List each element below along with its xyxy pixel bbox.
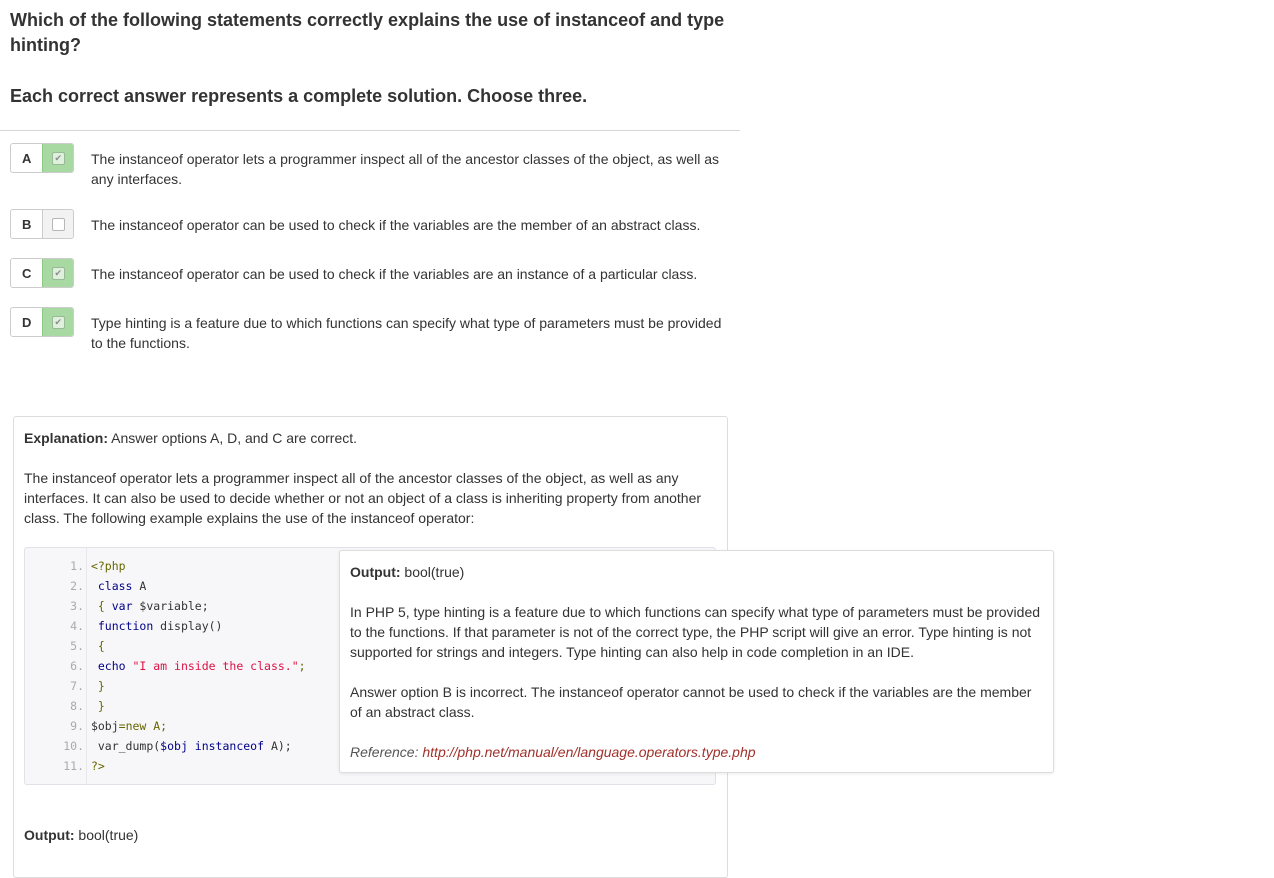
code-text: ?>	[90, 759, 105, 773]
line-number: 2.	[70, 579, 84, 593]
option-c-text: The instanceof operator can be used to c…	[91, 266, 698, 282]
code-line: 3. { var $variable;	[25, 596, 209, 616]
line-number: 3.	[70, 599, 84, 613]
line-number: 10.	[63, 739, 84, 753]
code-line: 9. $obj=new A;	[25, 716, 167, 736]
check-icon: ✔	[51, 315, 65, 329]
code-text: $obj	[90, 719, 119, 733]
code-line: 10. var_dump($obj instanceof A);	[25, 736, 292, 756]
option-letter: D	[22, 314, 32, 330]
code-text: {	[97, 599, 105, 613]
popup-paragraph-type-hinting: In PHP 5, type hinting is a feature due …	[350, 604, 1041, 660]
reference-link[interactable]: http://php.net/manual/en/language.operat…	[422, 744, 755, 760]
explanation-label: Explanation:	[24, 430, 109, 446]
popup-output: Output: bool(true)	[350, 562, 1045, 582]
line-number: 8.	[70, 699, 84, 713]
code-line: 5. {	[25, 636, 105, 656]
option-d-checkbox[interactable]: ✔	[42, 308, 73, 336]
explanation-output: Output: bool(true)	[24, 825, 714, 845]
code-text: function	[97, 619, 154, 633]
option-b-text: The instanceof operator can be used to c…	[91, 217, 701, 233]
divider	[0, 130, 740, 131]
option-letter: B	[22, 216, 32, 232]
option-c[interactable]: C ✔ The instanceof operator can be used …	[10, 258, 730, 288]
code-text: A);	[264, 739, 292, 753]
line-number: 11.	[63, 759, 84, 773]
line-number: 7.	[70, 679, 84, 693]
code-line: 11. ?>	[25, 756, 105, 776]
check-icon: ✔	[51, 266, 65, 280]
code-text: ;	[298, 659, 306, 673]
popup-paragraph-option-b: Answer option B is incorrect. The instan…	[350, 684, 1032, 720]
explanation-popup: Output: bool(true) In PHP 5, type hintin…	[339, 550, 1054, 773]
code-text: "I am inside the class."	[125, 659, 299, 673]
code-line: 6. echo "I am inside the class.";	[25, 656, 306, 676]
line-number: 5.	[70, 639, 84, 653]
code-text: echo	[97, 659, 126, 673]
output-label: Output:	[350, 564, 401, 580]
code-line: 4. function display()	[25, 616, 223, 636]
explanation-paragraph: The instanceof operator lets a programme…	[24, 470, 702, 526]
code-line: 1. <?php	[25, 556, 126, 576]
line-number: 6.	[70, 659, 84, 673]
output-value: bool(true)	[404, 564, 465, 580]
explanation-summary-text: Answer options A, D, and C are correct.	[111, 430, 358, 446]
code-text: class	[97, 579, 133, 593]
line-number: 4.	[70, 619, 84, 633]
option-b[interactable]: B The instanceof operator can be used to…	[10, 209, 730, 239]
option-a[interactable]: A ✔ The instanceof operator lets a progr…	[10, 143, 730, 189]
option-letter: C	[22, 265, 32, 281]
output-value: bool(true)	[78, 827, 139, 843]
code-text: }	[97, 679, 105, 693]
option-a-text: The instanceof operator lets a programme…	[91, 151, 719, 187]
option-c-selector[interactable]: C ✔	[10, 258, 74, 288]
question-text: Which of the following statements correc…	[10, 10, 725, 55]
code-text: $variable;	[132, 599, 209, 613]
code-text: var	[104, 599, 133, 613]
option-d-selector[interactable]: D ✔	[10, 307, 74, 337]
code-line: 8. }	[25, 696, 105, 716]
explanation-summary: Explanation: Answer options A, D, and C …	[24, 428, 714, 448]
reference-label: Reference:	[350, 744, 419, 760]
option-b-selector[interactable]: B	[10, 209, 74, 239]
option-a-selector[interactable]: A ✔	[10, 143, 74, 173]
code-text: <?php	[90, 559, 126, 573]
code-line: 7. }	[25, 676, 105, 696]
option-b-checkbox[interactable]	[42, 210, 73, 238]
option-d[interactable]: D ✔ Type hinting is a feature due to whi…	[10, 307, 730, 353]
empty-checkbox-icon	[51, 217, 65, 231]
line-number: 9.	[70, 719, 84, 733]
code-text: $obj instanceof	[160, 739, 265, 753]
option-letter: A	[22, 150, 32, 166]
option-c-checkbox[interactable]: ✔	[42, 259, 73, 287]
output-label: Output:	[24, 827, 75, 843]
code-text: var_dump(	[97, 739, 161, 753]
code-line: 2. class A	[25, 576, 146, 596]
option-d-text: Type hinting is a feature due to which f…	[91, 315, 722, 351]
option-a-checkbox[interactable]: ✔	[42, 144, 73, 172]
reference-line: Reference: http://php.net/manual/en/lang…	[350, 742, 1045, 762]
code-text: {	[97, 639, 105, 653]
code-text: =new A;	[118, 719, 168, 733]
code-text: display()	[153, 619, 223, 633]
instruction-text: Each correct answer represents a complet…	[10, 86, 588, 106]
code-text: A	[132, 579, 147, 593]
check-icon: ✔	[51, 151, 65, 165]
code-text: }	[97, 699, 105, 713]
line-number: 1.	[70, 559, 84, 573]
